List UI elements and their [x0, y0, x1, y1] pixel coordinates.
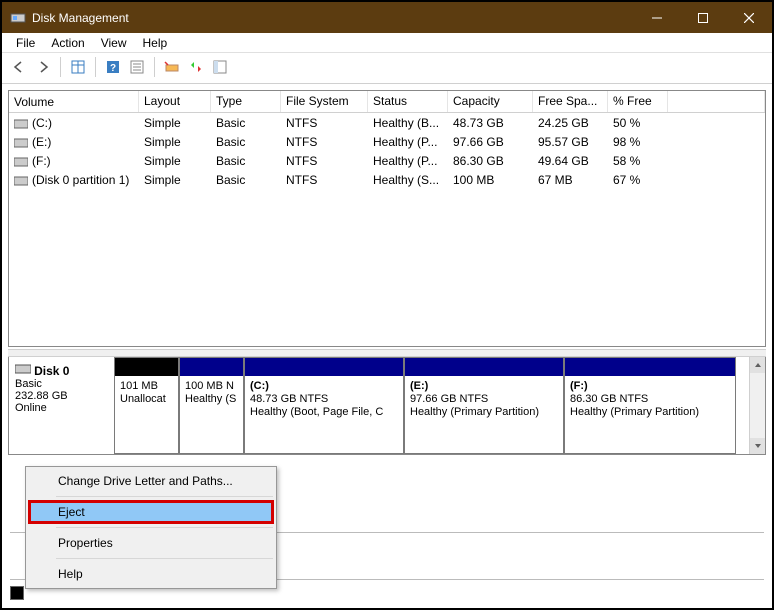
disk-type: Basic: [15, 378, 42, 390]
scrollbar-vertical[interactable]: [749, 357, 765, 454]
col-pct[interactable]: % Free: [608, 91, 668, 112]
disk-label[interactable]: Disk 0 Basic 232.88 GB Online: [9, 357, 114, 454]
partition-header: [115, 358, 178, 376]
partition-body: (F:)86.30 GB NTFSHealthy (Primary Partit…: [565, 376, 735, 424]
ctx-eject[interactable]: Eject: [28, 500, 274, 524]
help-icon[interactable]: ?: [102, 56, 124, 78]
refresh-icon[interactable]: [185, 56, 207, 78]
col-status[interactable]: Status: [368, 91, 448, 112]
splitter[interactable]: [8, 349, 766, 357]
volume-icon: [14, 156, 28, 166]
disk-name: Disk 0: [34, 364, 69, 378]
toolbar: ?: [2, 53, 772, 84]
context-menu: Change Drive Letter and Paths... Eject P…: [25, 466, 277, 589]
disk-map: Disk 0 Basic 232.88 GB Online 101 MBUnal…: [8, 357, 766, 455]
disk-icon: [15, 363, 31, 375]
volume-icon: [14, 175, 28, 185]
partitions: 101 MBUnallocat100 MB NHealthy (S(C:)48.…: [114, 357, 765, 454]
col-free[interactable]: Free Spa...: [533, 91, 608, 112]
volume-table: Volume Layout Type File System Status Ca…: [8, 90, 766, 347]
toolbar-separator: [154, 57, 155, 77]
partition[interactable]: (C:)48.73 GB NTFSHealthy (Boot, Page Fil…: [244, 357, 404, 454]
volume-icon: [14, 118, 28, 128]
disk-size: 232.88 GB: [15, 390, 68, 402]
partition[interactable]: 101 MBUnallocat: [114, 357, 179, 454]
menu-file[interactable]: File: [8, 34, 43, 52]
toolbar-separator: [60, 57, 61, 77]
ctx-separator: [56, 496, 273, 497]
partition-header: [245, 358, 403, 376]
partition[interactable]: (F:)86.30 GB NTFSHealthy (Primary Partit…: [564, 357, 736, 454]
content-area: Volume Layout Type File System Status Ca…: [2, 84, 772, 461]
volume-table-header: Volume Layout Type File System Status Ca…: [9, 91, 765, 113]
legend-swatch-icon: [10, 586, 24, 600]
toolbar-separator: [95, 57, 96, 77]
col-layout[interactable]: Layout: [139, 91, 211, 112]
ctx-separator: [56, 558, 273, 559]
partition-header: [565, 358, 735, 376]
partition-body: 101 MBUnallocat: [115, 376, 178, 410]
partition-body: (E:)97.66 GB NTFSHealthy (Primary Partit…: [405, 376, 563, 424]
partition[interactable]: 100 MB NHealthy (S: [179, 357, 244, 454]
col-rest: [668, 91, 765, 112]
table-row[interactable]: (F:)SimpleBasicNTFSHealthy (P...86.30 GB…: [9, 151, 765, 170]
window-title: Disk Management: [32, 11, 634, 25]
col-fs[interactable]: File System: [281, 91, 368, 112]
menu-help[interactable]: Help: [135, 34, 176, 52]
titlebar: Disk Management: [2, 2, 772, 33]
scroll-up-icon[interactable]: [750, 357, 765, 373]
scroll-down-icon[interactable]: [750, 438, 765, 454]
volume-icon: [14, 137, 28, 147]
back-button[interactable]: [8, 56, 30, 78]
partition-header: [180, 358, 243, 376]
menu-action[interactable]: Action: [43, 34, 92, 52]
col-capacity[interactable]: Capacity: [448, 91, 533, 112]
ctx-help[interactable]: Help: [28, 562, 274, 586]
menubar: File Action View Help: [2, 33, 772, 53]
maximize-button[interactable]: [680, 3, 726, 32]
window-controls: [634, 3, 772, 32]
partition[interactable]: (E:)97.66 GB NTFSHealthy (Primary Partit…: [404, 357, 564, 454]
partition-body: 100 MB NHealthy (S: [180, 376, 243, 410]
forward-button[interactable]: [32, 56, 54, 78]
minimize-button[interactable]: [634, 3, 680, 32]
partition-header: [405, 358, 563, 376]
col-volume[interactable]: Volume: [9, 91, 139, 112]
ctx-properties[interactable]: Properties: [28, 531, 274, 555]
ctx-change-drive-letter[interactable]: Change Drive Letter and Paths...: [28, 469, 274, 493]
app-icon: [10, 10, 26, 26]
list-icon[interactable]: [209, 56, 231, 78]
table-row[interactable]: (E:)SimpleBasicNTFSHealthy (P...97.66 GB…: [9, 132, 765, 151]
col-type[interactable]: Type: [211, 91, 281, 112]
svg-text:?: ?: [110, 63, 116, 74]
action-icon[interactable]: [161, 56, 183, 78]
settings-list-icon[interactable]: [126, 56, 148, 78]
table-row[interactable]: (Disk 0 partition 1)SimpleBasicNTFSHealt…: [9, 170, 765, 189]
table-row[interactable]: (C:)SimpleBasicNTFSHealthy (B...48.73 GB…: [9, 113, 765, 132]
partition-body: (C:)48.73 GB NTFSHealthy (Boot, Page Fil…: [245, 376, 403, 424]
disk-state: Online: [15, 402, 47, 414]
view-columns-icon[interactable]: [67, 56, 89, 78]
ctx-separator: [56, 527, 273, 528]
menu-view[interactable]: View: [93, 34, 135, 52]
close-button[interactable]: [726, 3, 772, 32]
volume-rows: (C:)SimpleBasicNTFSHealthy (B...48.73 GB…: [9, 113, 765, 346]
